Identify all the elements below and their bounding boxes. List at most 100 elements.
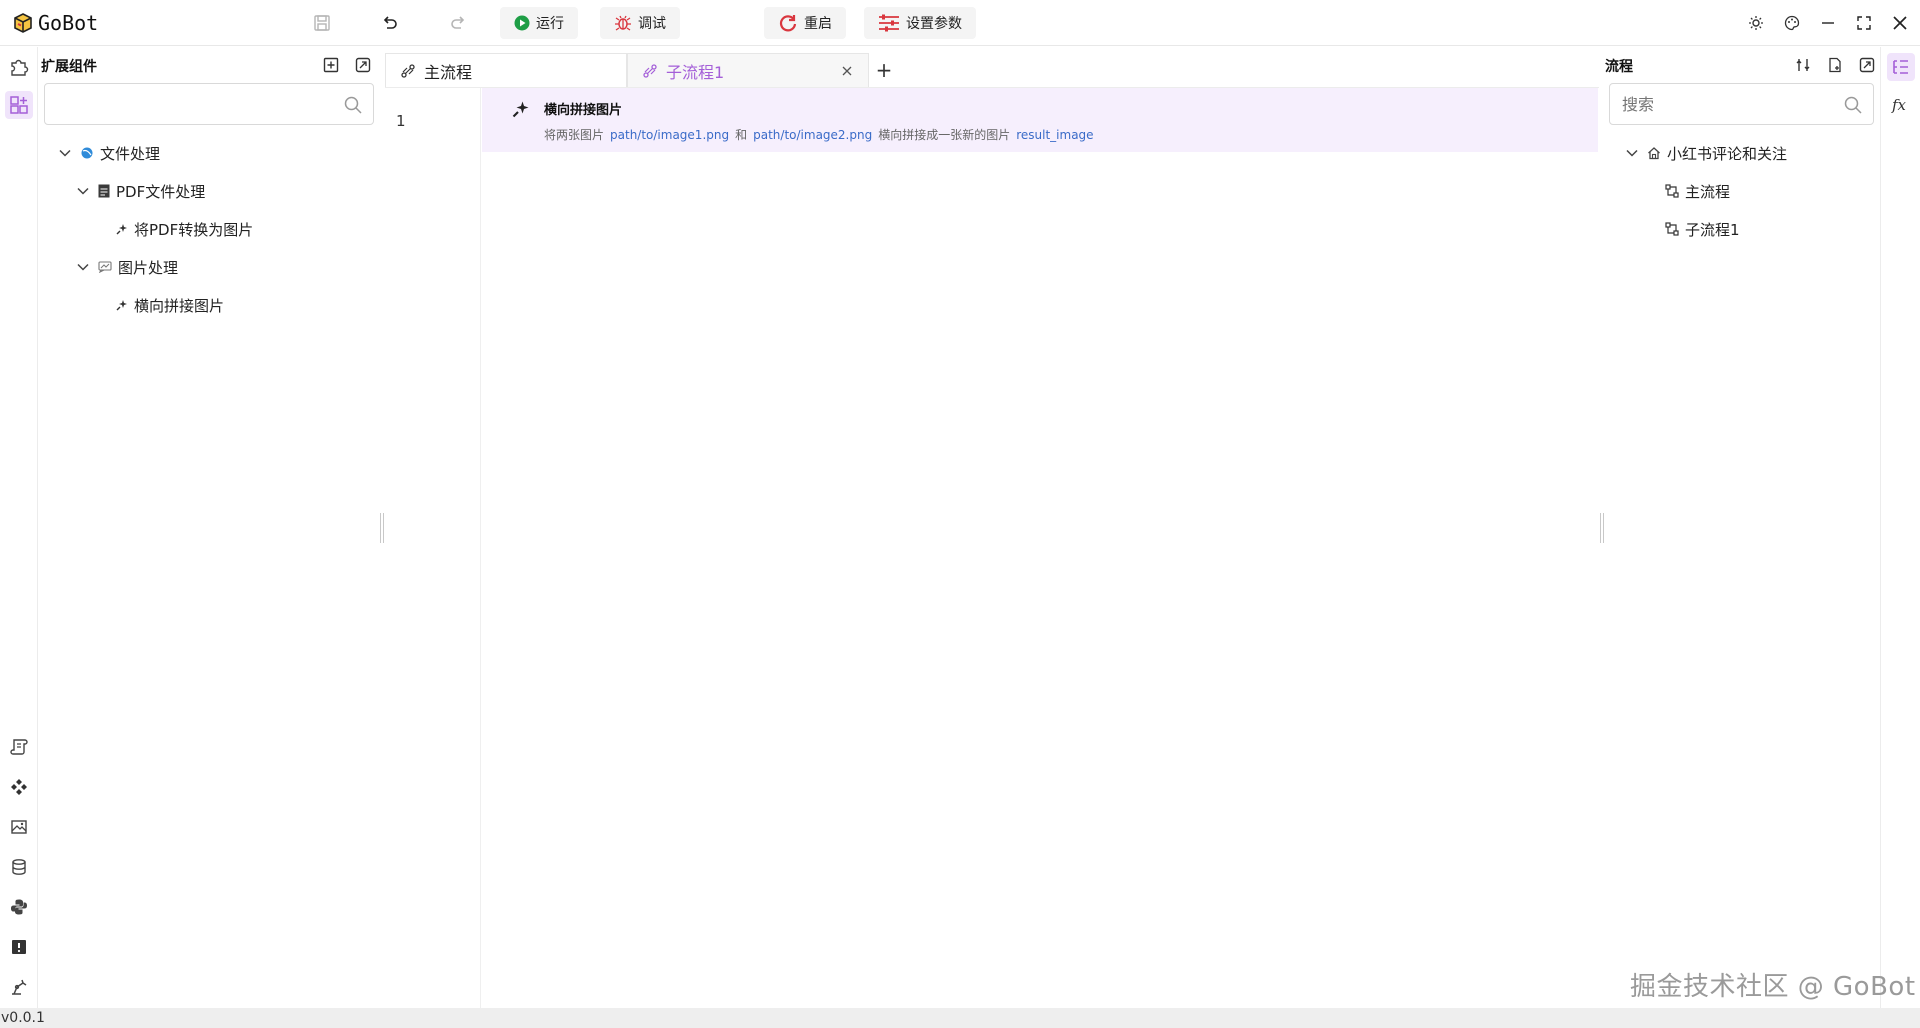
restart-label: 重启 (804, 16, 832, 32)
minimize-icon (1822, 22, 1834, 24)
palette-button[interactable] (1778, 9, 1806, 37)
run-button[interactable]: 运行 (500, 7, 578, 39)
tab-label: 子流程1 (666, 62, 725, 82)
database-icon (12, 859, 26, 875)
minimize-button[interactable] (1814, 9, 1842, 37)
svg-text:fx: fx (1891, 96, 1907, 114)
rail-extensions[interactable] (5, 53, 33, 81)
gobot-logo-icon (14, 13, 32, 33)
add-component-button[interactable] (319, 53, 343, 77)
maximize-button[interactable] (1850, 9, 1878, 37)
desc-text: 和 (735, 128, 748, 142)
flow-search-input[interactable] (1610, 84, 1873, 124)
tab-label: 主流程 (424, 62, 473, 82)
scroll-icon (10, 739, 28, 755)
tree-project[interactable]: 小红书评论和关注 (1623, 138, 1787, 168)
tree-label: PDF文件处理 (116, 182, 206, 201)
close-tab-icon[interactable] (838, 62, 856, 80)
chevron-down-icon[interactable] (56, 144, 74, 162)
debug-label: 调试 (638, 16, 666, 32)
desc-text: 将两张图片 (544, 128, 605, 142)
rail-alerts[interactable] (5, 933, 33, 961)
tree-label: 子流程1 (1685, 220, 1740, 239)
version-label: v0.0.1 (1, 1010, 45, 1026)
collapse-panel-button[interactable] (351, 53, 375, 77)
rail-scroll[interactable] (5, 733, 33, 761)
image-chat-icon (98, 261, 112, 273)
add-grid-icon (10, 96, 28, 114)
sparkle-icon (512, 101, 529, 118)
param-image2[interactable]: path/to/image2.png (753, 128, 872, 142)
tab-main-flow[interactable]: 主流程 (385, 53, 627, 87)
rail-automation[interactable] (5, 973, 33, 1001)
flow-node-icon (1665, 222, 1679, 236)
chevron-down-icon[interactable] (1623, 144, 1641, 162)
line-gutter: 1 (385, 88, 481, 1009)
tree-label: 主流程 (1685, 182, 1731, 201)
tree-label: 文件处理 (100, 144, 161, 163)
tree-item-horizontal-stitch[interactable]: 横向拼接图片 (116, 290, 224, 320)
play-icon (514, 15, 530, 31)
flow-search[interactable] (1609, 83, 1874, 125)
search-icon (1844, 96, 1862, 114)
fullscreen-icon (1857, 16, 1871, 30)
palette-icon (1784, 15, 1800, 31)
undo-button[interactable] (376, 9, 404, 37)
file-add-icon (1829, 57, 1841, 73)
chevron-down-icon[interactable] (74, 258, 92, 276)
rail-flow-list[interactable] (1887, 53, 1915, 81)
rail-modules[interactable] (5, 773, 33, 801)
step-description: 将两张图片 path/to/image1.png 和 path/to/image2.p… (544, 126, 1100, 143)
debug-button[interactable]: 调试 (600, 7, 680, 39)
tree-label: 小红书评论和关注 (1667, 144, 1788, 163)
editor-tabs: 主流程 子流程1 + (385, 53, 1599, 87)
component-search[interactable] (44, 83, 374, 125)
close-window-button[interactable] (1886, 9, 1914, 37)
tree-flow-main[interactable]: 主流程 (1665, 176, 1730, 206)
home-icon (1648, 147, 1660, 160)
panel-title: 流程 (1605, 59, 1633, 75)
add-tab-button[interactable]: + (871, 57, 897, 83)
tree-category-image[interactable]: 图片处理 (74, 252, 178, 282)
settings-params-button[interactable]: 设置参数 (864, 7, 976, 39)
rail-images[interactable] (5, 813, 33, 841)
tree-category-file-processing[interactable]: 文件处理 (56, 138, 160, 168)
sparkle-icon (116, 224, 127, 235)
line-number: 1 (396, 112, 406, 130)
save-icon (314, 15, 330, 31)
collapse-panel-button[interactable] (1855, 53, 1879, 77)
branch-button[interactable] (1791, 53, 1815, 77)
tab-subflow-1[interactable]: 子流程1 (627, 53, 869, 87)
theme-toggle-button[interactable] (1742, 9, 1770, 37)
editor-body: 1 横向拼接图片 将两张图片 path/to/image1.png 和 path/to… (385, 87, 1599, 1009)
flow-node-icon (1665, 184, 1679, 198)
param-result[interactable]: result_image (1016, 128, 1093, 142)
redo-icon (451, 16, 465, 29)
save-button[interactable] (308, 9, 336, 37)
extensions-panel: 扩展组件 文件处理 PDF文件处理 将PDF转换为图片 图片处理 横向拼接图片 (39, 47, 379, 1008)
restart-button[interactable]: 重启 (764, 7, 846, 39)
function-icon: fx (1891, 96, 1907, 114)
component-search-input[interactable] (45, 84, 373, 124)
tree-label: 将PDF转换为图片 (134, 220, 254, 239)
param-image1[interactable]: path/to/image1.png (610, 128, 729, 142)
tree-category-pdf[interactable]: PDF文件处理 (74, 176, 205, 206)
rail-database[interactable] (5, 853, 33, 881)
redo-button[interactable] (444, 9, 472, 37)
settings-params-label: 设置参数 (906, 16, 962, 32)
tree-flow-sub1[interactable]: 子流程1 (1665, 214, 1740, 244)
flow-step[interactable]: 横向拼接图片 将两张图片 path/to/image1.png 和 path/to/i… (482, 88, 1598, 152)
collapse-icon (1859, 57, 1875, 73)
diamonds-icon (11, 779, 27, 795)
flow-editor: 主流程 子流程1 + 1 横向拼接图片 将两张图片 path/to/image1.… (385, 47, 1599, 1009)
rail-functions[interactable]: fx (1887, 91, 1915, 119)
new-flow-button[interactable] (1823, 53, 1847, 77)
rail-components[interactable] (5, 91, 33, 119)
chevron-down-icon[interactable] (74, 182, 92, 200)
collapse-icon (355, 57, 371, 73)
tree-item-pdf-to-image[interactable]: 将PDF转换为图片 (116, 214, 253, 244)
undo-icon (383, 16, 397, 29)
rail-python[interactable] (5, 893, 33, 921)
status-bar: v0.0.1 (0, 1008, 1920, 1028)
sliders-icon (879, 14, 899, 32)
